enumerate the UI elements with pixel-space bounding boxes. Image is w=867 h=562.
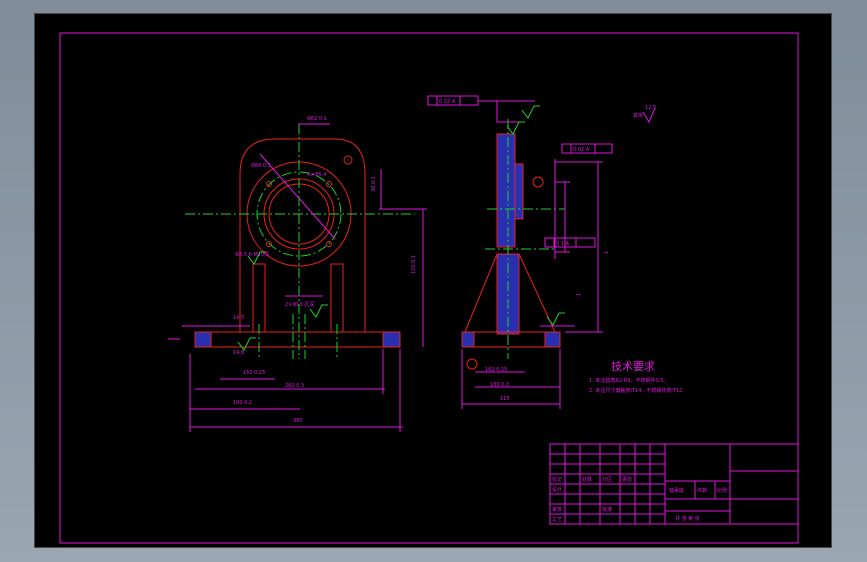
svg-text:Φ62 0.1: Φ62 0.1: [307, 116, 327, 122]
front-view: Φ62 0.1 Φ80 0.3 4×Φ5.4 Φ8.5 6-M10深 2×Φ13…: [168, 116, 427, 432]
svg-text:更改: 更改: [622, 476, 632, 483]
drawing-frame: [59, 32, 799, 544]
svg-text:其余: 其余: [633, 112, 643, 119]
svg-text:工艺: 工艺: [552, 517, 562, 523]
svg-text:分区: 分区: [602, 476, 612, 483]
svg-text:160 0.25: 160 0.25: [485, 367, 507, 373]
svg-text:260 0.3: 260 0.3: [285, 383, 304, 389]
svg-text:批准: 批准: [602, 506, 612, 513]
svg-text:处数: 处数: [582, 476, 592, 483]
tech-note-2: 2. 未注尺寸偏差按IT14，不锈钢件按IT12.: [589, 387, 684, 394]
svg-text:件数: 件数: [697, 487, 707, 494]
svg-text:比例: 比例: [717, 487, 727, 494]
svg-text:30 0.1: 30 0.1: [371, 176, 377, 192]
svg-text:轴承座: 轴承座: [669, 487, 684, 494]
cad-viewport[interactable]: Φ62 0.1 Φ80 0.3 4×Φ5.4 Φ8.5 6-M10深 2×Φ13…: [34, 13, 832, 548]
svg-text:115: 115: [500, 396, 510, 402]
svg-text:1: 1: [576, 293, 582, 296]
svg-text:120 0.1: 120 0.1: [411, 255, 417, 274]
svg-text:标记: 标记: [552, 476, 562, 483]
svg-text:380: 380: [293, 418, 303, 424]
svg-text:0.1 A: 0.1 A: [556, 241, 570, 247]
tech-requirements: 技术要求 1. 未注圆角R2-R3，不锈钢件0.5。 2. 未注尺寸偏差按IT1…: [589, 360, 684, 394]
svg-text:2×Φ13 孔深: 2×Φ13 孔深: [285, 301, 314, 308]
title-block: 标记 处数 分区 更改 设计 审核 工艺 批准 轴承座 件数 比例 共 张 第 …: [549, 443, 799, 525]
svg-text:14.5: 14.5: [233, 315, 244, 321]
svg-text:150 0.25: 150 0.25: [243, 370, 265, 376]
svg-text:0.02 A: 0.02 A: [439, 99, 456, 105]
tech-note-1: 1. 未注圆角R2-R3，不锈钢件0.5。: [589, 377, 668, 384]
svg-text:Φ80 0.3: Φ80 0.3: [251, 163, 271, 169]
svg-text:12.5: 12.5: [645, 105, 656, 111]
tech-title: 技术要求: [611, 360, 655, 373]
svg-text:180 0.3: 180 0.3: [490, 382, 509, 388]
svg-text:0.02 A: 0.02 A: [573, 147, 590, 153]
drawing-canvas: Φ62 0.1 Φ80 0.3 4×Φ5.4 Φ8.5 6-M10深 2×Φ13…: [59, 32, 799, 544]
svg-text:1: 1: [604, 251, 610, 254]
svg-text:180 0.2: 180 0.2: [233, 400, 252, 406]
svg-text:14.8: 14.8: [233, 350, 244, 356]
svg-text:审核: 审核: [552, 506, 562, 513]
svg-text:设计: 设计: [552, 486, 562, 493]
svg-text:共 张 第 张: 共 张 第 张: [675, 515, 700, 522]
svg-text:4×Φ5.4: 4×Φ5.4: [307, 172, 326, 178]
